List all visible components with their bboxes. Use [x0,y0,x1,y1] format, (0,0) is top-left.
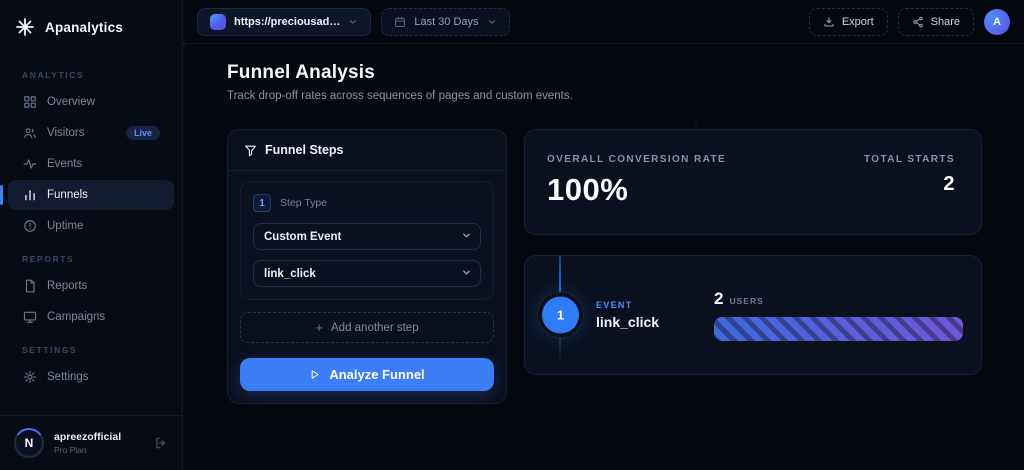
date-range-label: Last 30 Days [414,15,479,28]
users-label: USERS [729,296,764,306]
step-timeline: 1 [525,256,596,374]
alert-circle-icon [22,219,37,234]
export-button[interactable]: Export [808,7,888,36]
funnel-step-result-card: 1 EVENT link_click 2 USERS [524,255,982,375]
user-plan: Pro Plan [54,445,87,455]
timeline-line [559,256,561,298]
export-label: Export [841,15,874,28]
calendar-icon [394,16,406,28]
sidebar-item-uptime[interactable]: Uptime [8,211,174,241]
share-button[interactable]: Share [897,7,974,36]
gear-icon [22,370,37,385]
sidebar-item-label: Settings [47,371,89,383]
chevron-down-icon [348,17,358,27]
plus-icon: + [315,320,323,335]
step-type-select[interactable]: Custom Event [253,223,481,250]
overall-conversion-label: OVERALL CONVERSION RATE [547,154,727,165]
share-label: Share [930,15,960,28]
file-icon [22,279,37,294]
timeline-line-fade [559,332,561,366]
sidebar-item-label: Visitors [47,127,85,139]
funnel-steps-panel: Funnel Steps 1 Step Type Custom Event li… [227,129,507,404]
grid-icon [22,95,37,110]
logo: Apanalytics [0,0,182,52]
conversion-summary-card: OVERALL CONVERSION RATE 100% TOTAL START… [524,129,982,235]
step-config-card: 1 Step Type Custom Event link_click [240,181,494,300]
account-avatar[interactable]: A [984,8,1010,35]
event-name: link_click [596,314,660,330]
sidebar-item-reports[interactable]: Reports [8,271,174,301]
sidebar-nav: ANALYTICS Overview Visitors Live Events … [0,52,182,415]
step-event-select[interactable]: link_click [253,260,481,287]
app-window: Apanalytics ANALYTICS Overview Visitors … [0,0,1024,470]
event-type-label: EVENT [596,300,633,310]
sidebar-item-label: Overview [47,96,95,108]
sidebar-item-funnels[interactable]: Funnels [0,180,174,210]
overall-conversion-value: 100% [547,172,629,207]
total-starts-value: 2 [943,173,955,195]
sidebar-item-label: Funnels [47,189,88,201]
sidebar-item-visitors[interactable]: Visitors Live [8,118,174,148]
page-title: Funnel Analysis [227,62,375,83]
add-step-button[interactable]: + Add another step [240,312,494,343]
site-url: https://preciousad… [234,15,341,28]
logout-icon[interactable] [154,436,168,450]
sidebar-item-label: Campaigns [47,311,106,323]
panel-title: Funnel Steps [265,143,344,157]
sidebar-item-campaigns[interactable]: Campaigns [8,302,174,332]
share-icon [912,16,924,28]
sidebar: Apanalytics ANALYTICS Overview Visitors … [0,0,183,470]
topbar: https://preciousad… Last 30 Days Export … [183,0,1024,44]
sidebar-item-label: Reports [47,280,88,292]
main-area: https://preciousad… Last 30 Days Export … [183,0,1024,470]
sidebar-item-label: Events [47,158,83,170]
play-icon [309,369,320,380]
page-content: Funnel Analysis Track drop-off rates acr… [183,44,1024,470]
users-count: 2 [714,289,724,308]
step-number-circle: 1 [542,296,579,334]
live-badge: Live [125,126,160,140]
date-range-selector[interactable]: Last 30 Days [381,7,510,36]
page-subtitle: Track drop-off rates across sequences of… [227,90,573,102]
sidebar-item-events[interactable]: Events [8,149,174,179]
user-name: apreezofficial [54,431,122,443]
section-label-settings: SETTINGS [22,345,78,355]
chevron-down-icon [487,17,497,27]
results-column: OVERALL CONVERSION RATE 100% TOTAL START… [524,129,982,375]
users-icon [22,126,37,141]
sidebar-item-overview[interactable]: Overview [8,87,174,117]
logo-star-icon [14,16,36,38]
activity-icon [22,157,37,172]
app-title: Apanalytics [45,19,123,35]
step-type-label: Step Type [280,197,328,209]
site-favicon [210,13,226,30]
site-selector[interactable]: https://preciousad… [197,7,372,36]
sidebar-item-settings[interactable]: Settings [8,362,174,392]
section-label-reports: REPORTS [22,254,75,264]
sidebar-item-label: Uptime [47,220,84,232]
section-label-analytics: ANALYTICS [22,70,85,80]
step-number-badge: 1 [253,194,271,212]
funnel-filter-icon [244,144,257,157]
funnel-progress-bar [714,317,963,341]
bar-chart-icon [22,188,37,203]
total-starts-label: TOTAL STARTS [863,154,955,165]
download-icon [823,16,835,28]
avatar: N [14,428,44,458]
monitor-icon [22,310,37,325]
user-footer: N apreezofficial Pro Plan [0,415,182,470]
analyze-funnel-button[interactable]: Analyze Funnel [240,358,494,391]
